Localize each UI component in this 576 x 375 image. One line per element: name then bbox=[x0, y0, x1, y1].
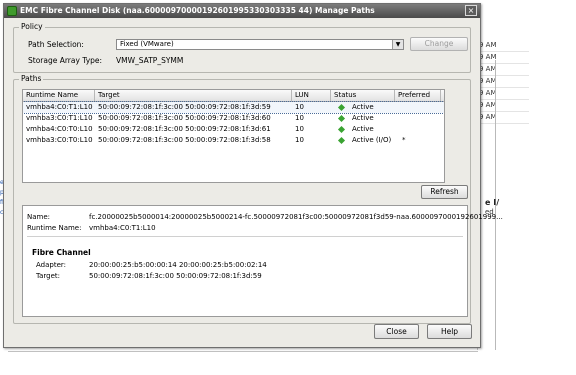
close-button[interactable]: Close bbox=[374, 324, 419, 339]
target-label: Target: bbox=[36, 272, 61, 280]
lun-cell: 10 bbox=[295, 114, 304, 122]
table-row[interactable]: vmhba3:C0:T0:L10 50:00:09:72:08:1f:3c:00… bbox=[23, 135, 444, 146]
target-cell: 50:00:09:72:08:1f:3c:00 50:00:09:72:08:1… bbox=[98, 103, 271, 111]
runtime-name-cell: vmhba3:C0:T1:L10 bbox=[26, 114, 93, 122]
path-selection-value: Fixed (VMware) bbox=[120, 40, 174, 48]
column-header-target[interactable]: Target bbox=[95, 90, 292, 101]
active-status-icon bbox=[337, 103, 346, 112]
target-cell: 50:00:09:72:08:1f:3c:00 50:00:09:72:08:1… bbox=[98, 136, 271, 144]
background-time: 9 AM bbox=[479, 64, 529, 76]
column-header-preferred[interactable]: Preferred bbox=[395, 90, 441, 101]
dialog-title: EMC Fibre Channel Disk (naa.600009700001… bbox=[20, 6, 375, 15]
adapter-label: Adapter: bbox=[36, 261, 67, 269]
background-time: 9 AM bbox=[479, 88, 529, 100]
lun-cell: 10 bbox=[295, 125, 304, 133]
path-details-panel: Name: fc.20000025b5000014:20000025b50002… bbox=[22, 205, 503, 317]
table-row[interactable]: vmhba3:C0:T1:L10 50:00:09:72:08:1f:3c:00… bbox=[23, 113, 444, 124]
close-icon[interactable]: × bbox=[465, 5, 477, 16]
path-selection-label: Path Selection: bbox=[28, 40, 84, 49]
preferred-cell bbox=[395, 124, 444, 135]
runtime-name-cell: vmhba4:C0:T0:L10 bbox=[26, 125, 93, 133]
paths-group-label: Paths bbox=[19, 74, 44, 83]
background-time: 9 AM bbox=[479, 76, 529, 88]
status-cell: Active bbox=[352, 103, 374, 111]
details-divider bbox=[27, 236, 463, 237]
target-cell: 50:00:09:72:08:1f:3c:00 50:00:09:72:08:1… bbox=[98, 125, 271, 133]
paths-table-header: Runtime Name Target LUN Status Preferred bbox=[23, 90, 444, 102]
column-header-runtime-name[interactable]: Runtime Name bbox=[23, 90, 95, 101]
name-value: fc.20000025b5000014:20000025b5000214-fc.… bbox=[89, 213, 503, 221]
vsphere-app-icon bbox=[7, 6, 17, 16]
active-status-icon bbox=[337, 114, 346, 123]
background-time: 9 AM bbox=[479, 40, 529, 52]
preferred-cell bbox=[395, 113, 444, 124]
storage-array-type-value: VMW_SATP_SYMM bbox=[116, 56, 184, 65]
background-heading: e I/ bbox=[485, 198, 500, 207]
runtime-name-value: vmhba4:C0:T1:L10 bbox=[89, 224, 156, 232]
preferred-cell bbox=[395, 102, 444, 113]
target-cell: 50:00:09:72:08:1f:3c:00 50:00:09:72:08:1… bbox=[98, 114, 271, 122]
status-cell: Active (I/O) bbox=[352, 136, 392, 144]
column-header-status[interactable]: Status bbox=[331, 90, 395, 101]
storage-array-type-label: Storage Array Type: bbox=[28, 56, 103, 65]
table-row[interactable]: vmhba4:C0:T0:L10 50:00:09:72:08:1f:3c:00… bbox=[23, 124, 444, 135]
column-header-lun[interactable]: LUN bbox=[292, 90, 331, 101]
background-time: 9 AM bbox=[479, 100, 529, 112]
active-status-icon bbox=[337, 136, 346, 145]
background-time: 9 AM bbox=[479, 52, 529, 64]
lun-cell: 10 bbox=[295, 136, 304, 144]
target-value: 50:00:09:72:08:1f:3c:00 50:00:09:72:08:1… bbox=[89, 272, 262, 280]
background-divider bbox=[8, 351, 478, 352]
preferred-cell: * bbox=[402, 136, 406, 144]
runtime-name-label: Runtime Name: bbox=[27, 224, 82, 232]
help-button[interactable]: Help bbox=[427, 324, 472, 339]
policy-group: Policy bbox=[13, 22, 471, 73]
path-selection-dropdown[interactable]: Fixed (VMware) ▼ bbox=[116, 39, 404, 50]
paths-table[interactable]: Runtime Name Target LUN Status Preferred… bbox=[22, 89, 445, 183]
fibre-channel-heading: Fibre Channel bbox=[32, 248, 91, 257]
active-status-icon bbox=[337, 125, 346, 134]
adapter-value: 20:00:00:25:b5:00:00:14 20:00:00:25:b5:0… bbox=[89, 261, 267, 269]
change-button[interactable]: Change bbox=[410, 37, 468, 51]
table-row[interactable]: vmhba4:C0:T1:L10 50:00:09:72:08:1f:3c:00… bbox=[23, 101, 444, 114]
status-cell: Active bbox=[352, 125, 374, 133]
manage-paths-dialog: EMC Fibre Channel Disk (naa.600009700001… bbox=[3, 3, 503, 348]
background-time: 9 AM bbox=[479, 112, 529, 124]
dialog-titlebar[interactable]: EMC Fibre Channel Disk (naa.600009700001… bbox=[4, 4, 480, 18]
refresh-button[interactable]: Refresh bbox=[421, 185, 468, 199]
chevron-down-icon[interactable]: ▼ bbox=[392, 40, 403, 49]
runtime-name-cell: vmhba3:C0:T0:L10 bbox=[26, 136, 93, 144]
runtime-name-cell: vmhba4:C0:T1:L10 bbox=[26, 103, 93, 111]
lun-cell: 10 bbox=[295, 103, 304, 111]
background-time-list: 9 AM 9 AM 9 AM 9 AM 9 AM 9 AM 9 AM bbox=[479, 40, 529, 124]
name-label: Name: bbox=[27, 213, 51, 221]
policy-group-label: Policy bbox=[19, 22, 45, 31]
status-cell: Active bbox=[352, 114, 374, 122]
